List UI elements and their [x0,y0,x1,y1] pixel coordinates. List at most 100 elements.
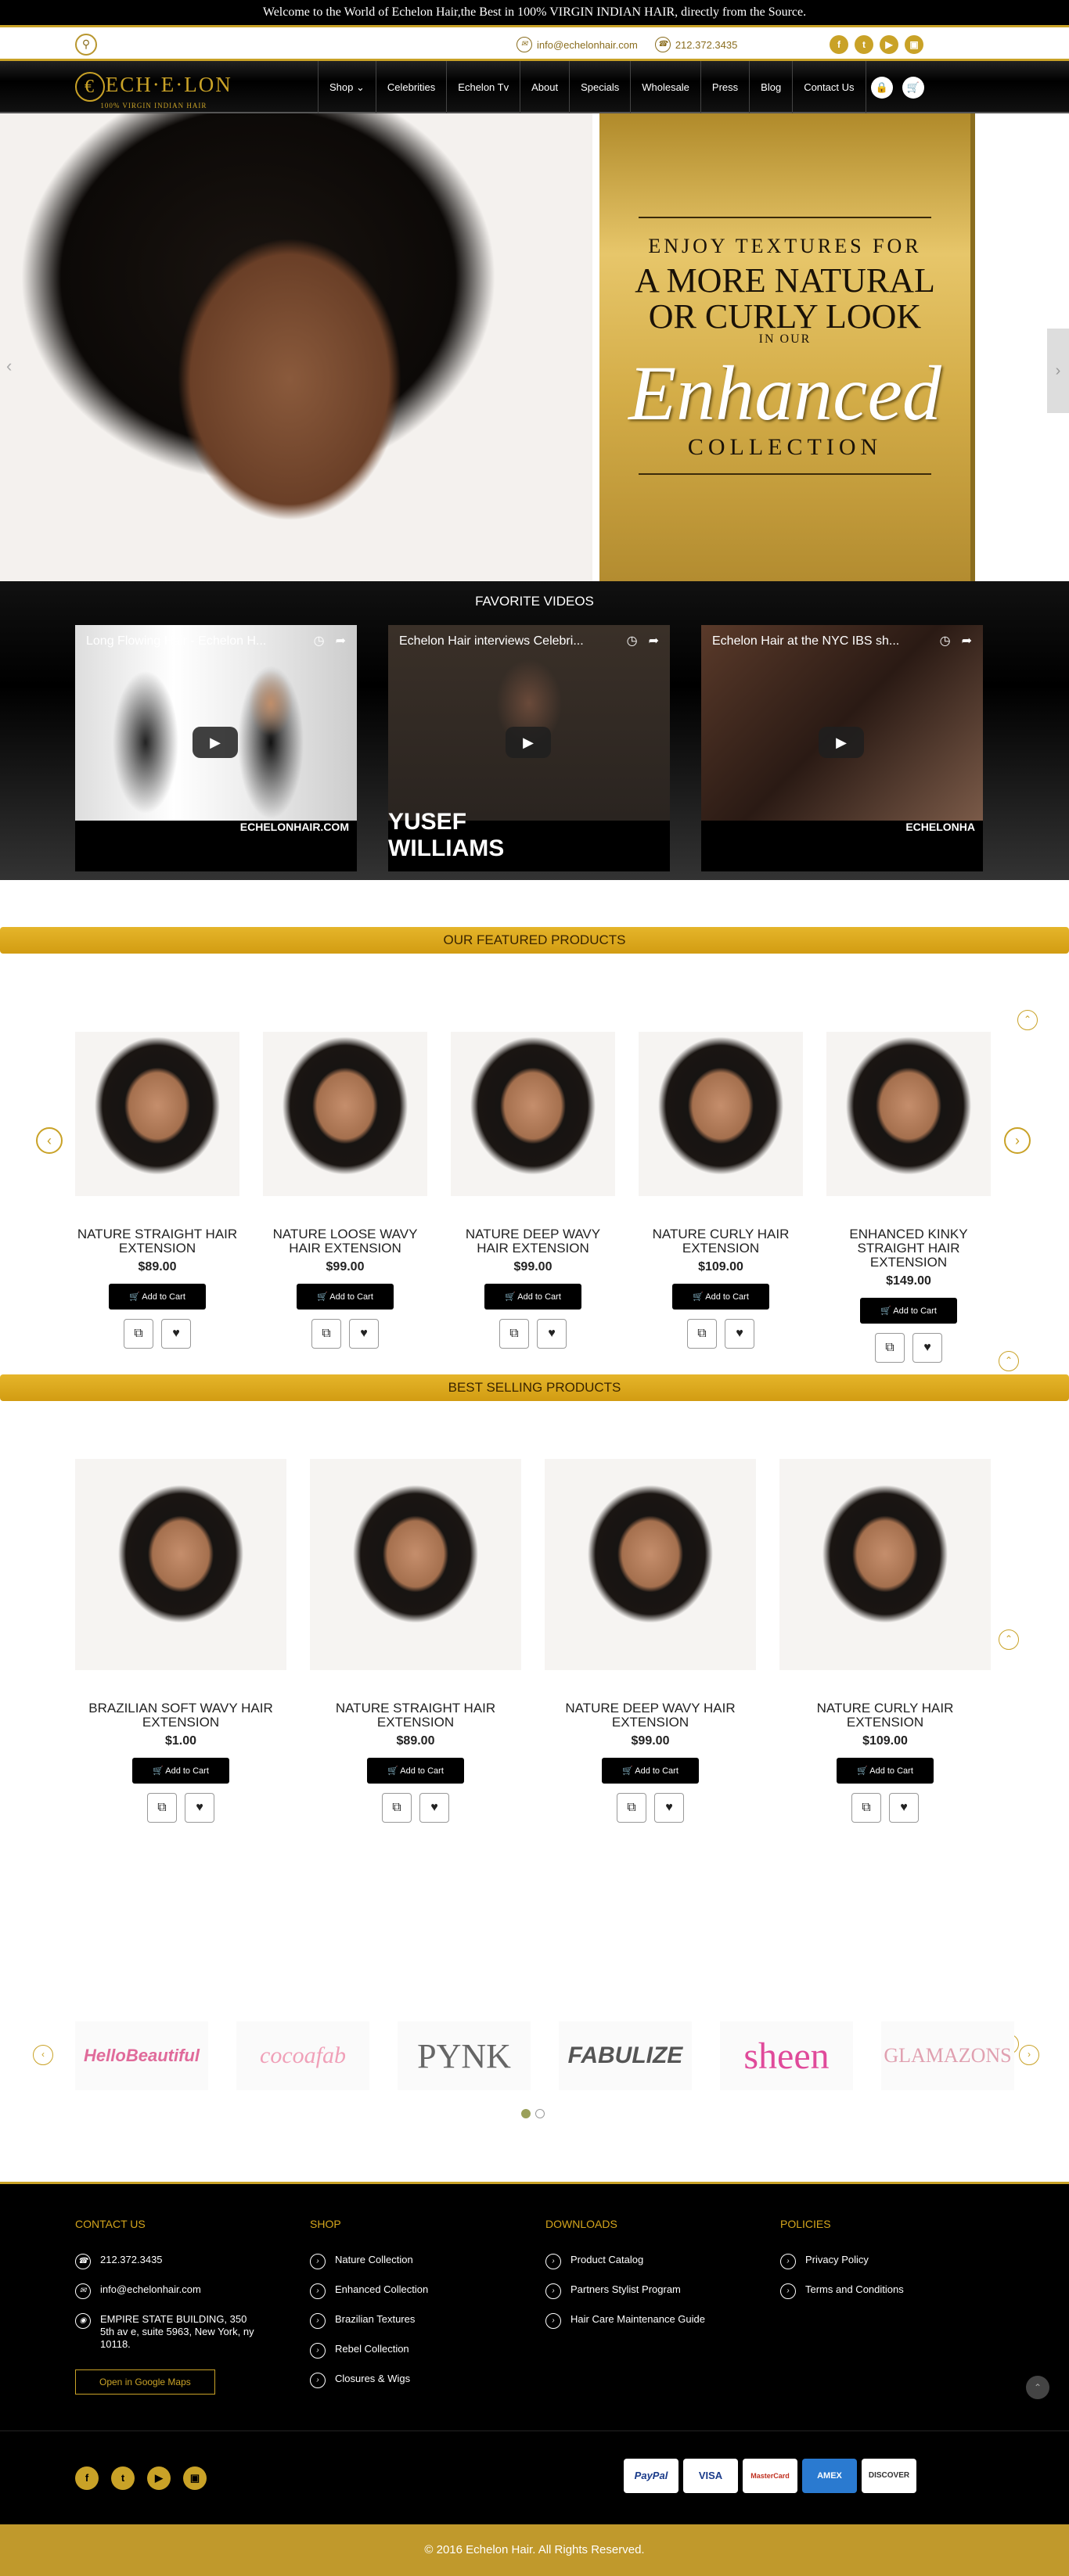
wishlist-icon[interactable]: ♥ [185,1793,214,1823]
arrow-icon: › [545,2283,561,2299]
add-to-cart-button[interactable]: 🛒 Add to Cart [837,1758,934,1784]
lock-icon[interactable]: 🔒 [871,77,893,99]
brand-logo[interactable]: PYNK [398,2021,531,2090]
twitter-icon[interactable]: t [855,35,873,54]
nav-shop[interactable]: Shop ⌄ [318,61,376,113]
nav-about[interactable]: About [520,61,569,113]
brand-logo[interactable]: GLAMAZONS [881,2021,1014,2090]
wishlist-icon[interactable]: ♥ [349,1319,379,1349]
instagram-icon[interactable]: ▣ [905,35,923,54]
play-icon[interactable]: ▶ [506,727,551,758]
google-maps-button[interactable]: Open in Google Maps [75,2369,215,2395]
scroll-up-icon[interactable]: ⌃ [999,1351,1019,1371]
scroll-up-icon[interactable]: ⌃ [999,1629,1019,1650]
add-to-cart-button[interactable]: 🛒 Add to Cart [109,1284,206,1310]
compare-icon[interactable]: ⧉ [147,1793,177,1823]
slider-prev-icon[interactable]: ‹ [6,356,12,376]
email-icon: ✉ [517,37,532,52]
footer: CONTACT US ☎ 212.372.3435 ✉ info@echelonha… [0,2182,1069,2430]
share-icon[interactable]: ➦ [649,633,659,648]
featured-next-icon[interactable]: › [1004,1127,1031,1154]
facebook-icon[interactable]: f [75,2466,99,2490]
product-image[interactable] [451,1032,615,1196]
play-icon[interactable]: ▶ [193,727,238,758]
compare-icon[interactable]: ⧉ [851,1793,881,1823]
nav-echelon-tv[interactable]: Echelon Tv [446,61,520,113]
email-link[interactable]: ✉ info@echelonhair.com [517,37,638,52]
carousel-dot[interactable] [535,2109,545,2118]
nav-blog[interactable]: Blog [749,61,792,113]
wishlist-icon[interactable]: ♥ [889,1793,919,1823]
add-to-cart-button[interactable]: 🛒 Add to Cart [297,1284,394,1310]
clock-icon[interactable]: ◷ [940,633,951,648]
share-icon[interactable]: ➦ [962,633,972,648]
compare-icon[interactable]: ⧉ [687,1319,717,1349]
product-image[interactable] [75,1459,286,1670]
video-card[interactable]: Echelon Hair at the NYC IBS sh... ◷ ➦ ▶ E… [701,625,983,871]
video-card[interactable]: Echelon Hair interviews Celebri... ◷ ➦ ▶ … [388,625,670,871]
product-image[interactable] [545,1459,756,1670]
brand-logo[interactable]: sheen [720,2021,853,2090]
wishlist-icon[interactable]: ♥ [654,1793,684,1823]
product-image[interactable] [779,1459,991,1670]
compare-icon[interactable]: ⧉ [311,1319,341,1349]
add-to-cart-button[interactable]: 🛒 Add to Cart [484,1284,581,1310]
nav-celebrities[interactable]: Celebrities [375,61,446,113]
nav-press[interactable]: Press [700,61,749,113]
youtube-icon[interactable]: ▶ [880,35,898,54]
nav-specials[interactable]: Specials [569,61,630,113]
brands-prev-icon[interactable]: ‹ [33,2045,53,2065]
brand-logo[interactable]: FABULIZE [559,2021,692,2090]
product-image[interactable] [263,1032,427,1196]
product-image[interactable] [75,1032,239,1196]
wishlist-icon[interactable]: ♥ [725,1319,754,1349]
video-card[interactable]: Long Flowing Hair - Echelon H... ◷ ➦ ▶ EC… [75,625,357,871]
nav-contact-us[interactable]: Contact Us [792,61,866,113]
arrow-icon: › [310,2283,326,2299]
search-icon[interactable]: ⚲ [75,34,97,56]
compare-icon[interactable]: ⧉ [124,1319,153,1349]
product-card: NATURE DEEP WAVY HAIR EXTENSION $99.00 🛒… [451,1032,615,1363]
product-image[interactable] [310,1459,521,1670]
compare-icon[interactable]: ⧉ [617,1793,646,1823]
visa-icon: VISA [683,2459,738,2493]
compare-icon[interactable]: ⧉ [875,1333,905,1363]
cart-icon[interactable]: 🛒 [902,77,924,99]
logo[interactable]: € ECH·E·LON 100% VIRGIN INDIAN HAIR [75,72,232,110]
facebook-icon[interactable]: f [830,35,848,54]
add-to-cart-button[interactable]: 🛒 Add to Cart [132,1758,229,1784]
brands-next-icon[interactable]: › [1019,2045,1039,2065]
twitter-icon[interactable]: t [111,2466,135,2490]
clock-icon[interactable]: ◷ [314,633,325,648]
product-image[interactable] [639,1032,803,1196]
wishlist-icon[interactable]: ♥ [161,1319,191,1349]
wishlist-icon[interactable]: ♥ [419,1793,449,1823]
compare-icon[interactable]: ⧉ [382,1793,412,1823]
bestselling-section: BEST SELLING PRODUCTS ⌃ BRAZILIAN SOFT W… [0,1374,1069,2024]
play-icon[interactable]: ▶ [819,727,864,758]
product-card: ENHANCED KINKY STRAIGHT HAIR EXTENSION $… [826,1032,991,1363]
youtube-icon[interactable]: ▶ [147,2466,171,2490]
add-to-cart-button[interactable]: 🛒 Add to Cart [602,1758,699,1784]
nav-wholesale[interactable]: Wholesale [630,61,700,113]
brand-logo[interactable]: cocoafab [236,2021,369,2090]
add-to-cart-button[interactable]: 🛒 Add to Cart [672,1284,769,1310]
compare-icon[interactable]: ⧉ [499,1319,529,1349]
scroll-up-icon[interactable]: ⌃ [1017,1010,1038,1030]
footer-contact: CONTACT US ☎ 212.372.3435 ✉ info@echelonha… [75,2218,255,2395]
slider-next-icon[interactable]: › [1047,329,1069,413]
brand-logo[interactable]: HelloBeautiful [75,2021,208,2090]
add-to-cart-button[interactable]: 🛒 Add to Cart [367,1758,464,1784]
instagram-icon[interactable]: ▣ [183,2466,207,2490]
add-to-cart-button[interactable]: 🛒 Add to Cart [860,1298,957,1324]
clock-icon[interactable]: ◷ [627,633,638,648]
copyright: © 2016 Echelon Hair. All Rights Reserved… [0,2524,1069,2576]
back-to-top-icon[interactable]: ⌃ [1026,2376,1049,2399]
wishlist-icon[interactable]: ♥ [912,1333,942,1363]
product-image[interactable] [826,1032,991,1196]
phone-link[interactable]: ☎ 212.372.3435 [654,37,737,52]
carousel-dot[interactable] [521,2109,531,2118]
wishlist-icon[interactable]: ♥ [537,1319,567,1349]
featured-prev-icon[interactable]: ‹ [36,1127,63,1154]
share-icon[interactable]: ➦ [336,633,346,648]
